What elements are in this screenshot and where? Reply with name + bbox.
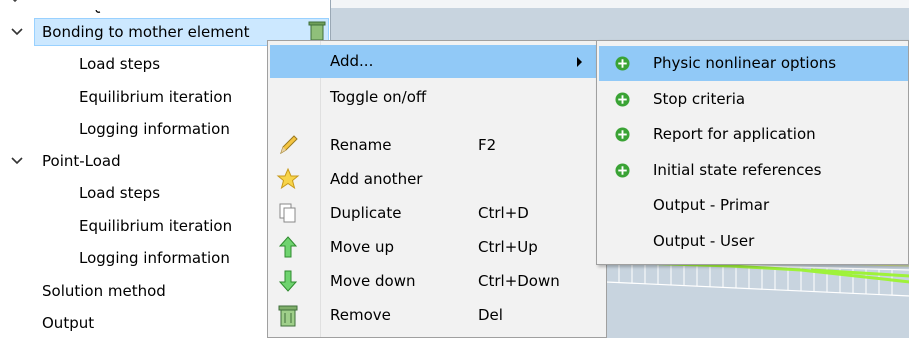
submenu-item-label: Output - User [653, 232, 755, 250]
plus-circle-icon [615, 56, 630, 71]
tree-item-label: Load steps [79, 184, 161, 202]
menu-item-label: Move up [330, 238, 395, 256]
tree-item-point-load[interactable]: Point-Load [0, 146, 260, 176]
plus-circle-icon [615, 127, 630, 142]
tree-item-label: Equilibrium iteration [79, 217, 233, 235]
submenu-item-label: Output - Primar [653, 196, 770, 214]
menu-item-shortcut: Ctrl+Down [478, 272, 560, 290]
submenu-item-report-for-application[interactable]: Report for application [599, 117, 908, 152]
submenu-item-label: Stop criteria [653, 90, 746, 108]
menu-item-shortcut: Ctrl+Up [478, 238, 538, 256]
tree-item-label: Bonding to mother element [42, 23, 250, 41]
menu-item-label: Toggle on/off [330, 88, 427, 106]
tree-item-label: Equilibrium iteration [79, 88, 233, 106]
menu-item-shortcut: Del [478, 306, 503, 324]
submenu-item-output-primar[interactable]: Output - Primar [599, 188, 908, 223]
trash-icon [278, 305, 298, 327]
menu-item-label: Remove [330, 306, 391, 324]
submenu-item-stop-criteria[interactable]: Stop criteria [599, 82, 908, 117]
tree-item-label: Load steps [79, 55, 161, 73]
menu-item-duplicate[interactable]: Duplicate Ctrl+D [270, 197, 604, 230]
menu-item-add-another[interactable]: Add another [270, 163, 604, 196]
submenu-item-label: Physic nonlinear options [653, 54, 837, 72]
arrow-down-icon [278, 270, 298, 292]
star-icon [276, 167, 300, 190]
submenu-item-output-user[interactable]: Output - User [599, 224, 908, 259]
context-menu: Add... Toggle on/off Rename F2 Add anoth… [267, 40, 607, 338]
menu-item-move-down[interactable]: Move down Ctrl+Down [270, 265, 604, 298]
tree-item-label: Output [42, 314, 95, 332]
menu-item-label: Add... [330, 52, 374, 70]
tree-item-label: Solution method [42, 282, 166, 300]
trash-icon [308, 21, 326, 41]
menu-item-label: Duplicate [330, 204, 402, 222]
submenu-arrow-icon [577, 57, 582, 67]
menu-item-shortcut: F2 [478, 136, 497, 154]
pencil-icon [280, 135, 298, 155]
tree-item-label: Logging information [79, 249, 230, 267]
menu-item-rename[interactable]: Rename F2 [270, 129, 604, 162]
submenu-item-initial-state-references[interactable]: Initial state references [599, 153, 908, 188]
menu-item-add[interactable]: Add... [270, 45, 604, 78]
plus-circle-icon [615, 92, 630, 107]
duplicate-icon [279, 203, 296, 223]
tree-item-label: Logging information [79, 120, 230, 138]
add-submenu: Physic nonlinear options Stop criteria R… [596, 40, 909, 265]
submenu-item-physic-nonlinear-options[interactable]: Physic nonlinear options [599, 46, 908, 81]
arrow-up-icon [278, 236, 298, 258]
menu-item-remove[interactable]: Remove Del [270, 299, 604, 332]
chevron-down-icon[interactable] [10, 146, 24, 176]
chevron-down-icon[interactable] [8, 0, 22, 8]
plus-circle-icon [615, 163, 630, 178]
submenu-item-label: Report for application [653, 125, 816, 143]
menu-item-label: Rename [330, 136, 392, 154]
menu-item-label: Move down [330, 272, 416, 290]
menu-item-shortcut: Ctrl+D [478, 204, 529, 222]
truncated-tree-row [94, 0, 104, 13]
submenu-item-label: Initial state references [653, 161, 822, 179]
menu-item-move-up[interactable]: Move up Ctrl+Up [270, 231, 604, 264]
menu-item-toggle[interactable]: Toggle on/off [270, 81, 604, 114]
tree-item-label: Point-Load [42, 152, 121, 170]
menu-item-label: Add another [330, 170, 423, 188]
chevron-down-icon[interactable] [10, 17, 24, 47]
